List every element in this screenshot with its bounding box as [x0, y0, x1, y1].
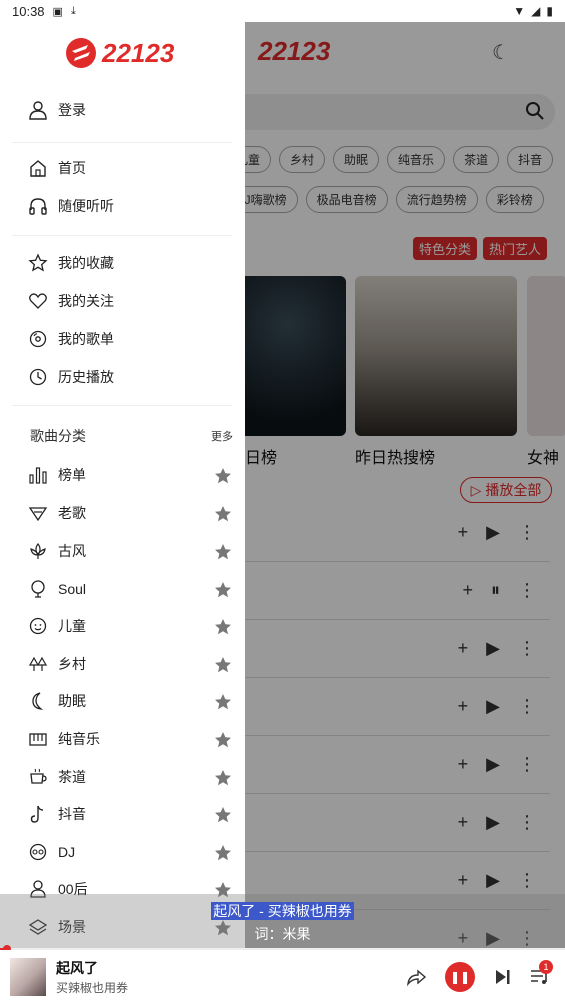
oldsong-icon: [28, 507, 48, 522]
category-label: 助眠: [58, 693, 86, 709]
playlist-button[interactable]: 1: [529, 960, 553, 988]
category-item-soul[interactable]: Soul: [28, 579, 233, 599]
song-title[interactable]: 起风了: [56, 958, 98, 978]
nav-item-label: 我的关注: [58, 293, 114, 309]
tea-icon: [30, 768, 47, 784]
status-bar: 10:38 ▣ ⤓ ▼ ◢ ▮: [0, 0, 565, 22]
clock-icon: [29, 368, 47, 386]
category-label: 茶道: [58, 769, 86, 785]
piano-icon: [29, 733, 47, 746]
star-icon[interactable]: [213, 730, 233, 750]
notification-a-icon: ▣: [52, 5, 63, 18]
star-icon[interactable]: [213, 692, 233, 712]
drawer-scrim[interactable]: [245, 22, 565, 948]
nav-item-random[interactable]: 随便听听: [28, 196, 233, 216]
category-label: Soul: [58, 581, 87, 597]
star-icon[interactable]: [213, 843, 233, 863]
moon-icon: [32, 692, 44, 710]
headphones-icon: [29, 198, 47, 215]
nav-item-following[interactable]: 我的关注: [28, 291, 233, 311]
nav-item-label: 随便听听: [58, 198, 114, 214]
star-outline-icon: [28, 253, 48, 272]
category-label: 抖音: [58, 806, 86, 822]
heart-icon: [29, 293, 47, 309]
divider: [12, 142, 232, 143]
user-icon: [29, 101, 47, 120]
song-artist[interactable]: 买辣椒也用券: [56, 979, 128, 996]
star-icon[interactable]: [213, 617, 233, 637]
category-item-dj[interactable]: DJ: [28, 842, 233, 862]
logo-text: 22123: [101, 38, 175, 68]
section-title: 歌曲分类: [30, 428, 86, 444]
star-icon[interactable]: [213, 655, 233, 675]
category-item-douyin[interactable]: 抖音: [28, 804, 233, 824]
lyric-line-1: 起风了 - 买辣椒也用券: [0, 901, 565, 921]
category-item-ancient[interactable]: 古风: [28, 541, 233, 561]
lyric-line-2: 词：米果: [254, 926, 311, 942]
soul-icon: [31, 580, 45, 598]
star-icon[interactable]: [213, 466, 233, 486]
dj-icon: [29, 843, 47, 861]
category-label: 老歌: [58, 505, 86, 521]
mini-player[interactable]: 起风了 买辣椒也用券 ❚❚ 1: [0, 950, 565, 1004]
category-item-tea[interactable]: 茶道: [28, 767, 233, 787]
divider: [12, 405, 232, 406]
status-time: 10:38: [12, 3, 45, 19]
lyric-song-info: 起风了 - 买辣椒也用券: [211, 902, 354, 920]
app-logo: 22123: [66, 38, 175, 68]
login-label: 登录: [58, 102, 86, 118]
disc-icon: [29, 330, 47, 348]
battery-icon: ▮: [546, 4, 553, 18]
more-link[interactable]: 更多: [211, 428, 233, 444]
nav-item-playlists[interactable]: 我的歌单: [28, 329, 233, 349]
category-item-children[interactable]: 儿童: [28, 616, 233, 636]
nav-item-label: 首页: [58, 160, 86, 176]
star-icon[interactable]: [213, 768, 233, 788]
category-label: 纯音乐: [58, 731, 100, 747]
category-label: DJ: [58, 844, 76, 860]
nav-item-label: 我的收藏: [58, 255, 114, 271]
tree-icon: [28, 656, 48, 671]
song-cover[interactable]: [10, 958, 46, 996]
nav-item-home[interactable]: 首页: [28, 158, 233, 178]
star-icon[interactable]: [213, 542, 233, 562]
download-icon: ⤓: [70, 4, 76, 17]
category-item-country[interactable]: 乡村: [28, 654, 233, 674]
star-icon[interactable]: [213, 580, 233, 600]
wifi-icon: ▼: [513, 4, 526, 18]
category-item-chart[interactable]: 榜单: [28, 465, 233, 485]
category-item-oldsong[interactable]: 老歌: [28, 503, 233, 523]
star-icon[interactable]: [213, 805, 233, 825]
login-button[interactable]: 登录: [28, 100, 233, 120]
category-label: 乡村: [58, 656, 86, 672]
nav-item-favorites[interactable]: 我的收藏: [28, 253, 233, 273]
nav-item-label: 我的歌单: [58, 331, 114, 347]
nav-item-label: 历史播放: [58, 369, 114, 385]
chart-icon: [29, 467, 47, 484]
lotus-icon: [30, 543, 46, 559]
share-icon[interactable]: [405, 966, 427, 988]
category-label: 儿童: [58, 618, 86, 634]
category-item-sleep[interactable]: 助眠: [28, 691, 233, 711]
signal-icon: ◢: [531, 4, 541, 18]
divider: [12, 235, 232, 236]
queue-count-badge: 1: [539, 960, 553, 974]
category-label: 古风: [58, 543, 86, 559]
navigation-drawer: 22123 登录 首页 随便听听 我的收藏 我的关注 我的歌单 历史播放 歌曲分…: [0, 22, 245, 948]
pause-button[interactable]: ❚❚: [445, 962, 475, 992]
pause-icon: ❚❚: [449, 970, 471, 984]
next-track-icon[interactable]: [493, 968, 511, 986]
home-icon: [30, 160, 46, 177]
tiktok-icon: [30, 805, 44, 823]
nav-item-history[interactable]: 历史播放: [28, 367, 233, 387]
star-icon[interactable]: [213, 504, 233, 524]
child-icon: [29, 617, 47, 635]
category-item-pure-music[interactable]: 纯音乐: [28, 729, 233, 749]
category-label: 榜单: [58, 467, 86, 483]
